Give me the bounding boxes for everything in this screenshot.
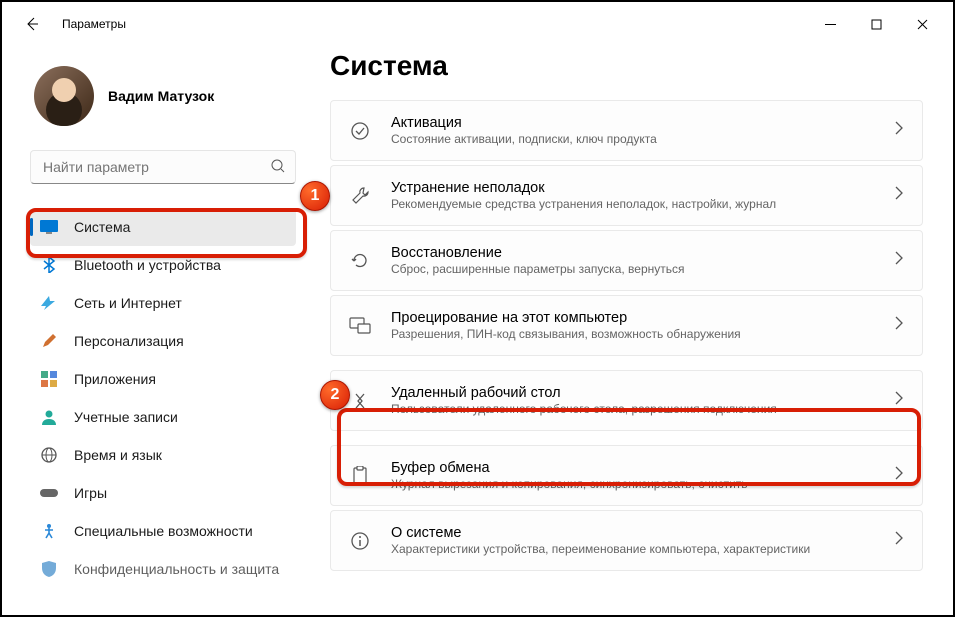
row-subtitle: Рекомендуемые средства устранения непола… (391, 197, 894, 211)
window-controls (807, 8, 945, 40)
chevron-right-icon (894, 121, 904, 140)
row-clipboard[interactable]: Буфер обмена Журнал вырезания и копирова… (330, 445, 923, 506)
minimize-icon (825, 19, 836, 30)
close-icon (917, 19, 928, 30)
maximize-button[interactable] (853, 8, 899, 40)
avatar (34, 66, 94, 126)
sidebar-label: Конфиденциальность и защита (74, 561, 279, 577)
minimize-button[interactable] (807, 8, 853, 40)
brush-icon (40, 332, 58, 350)
row-troubleshoot[interactable]: Устранение неполадок Рекомендуемые средс… (330, 165, 923, 226)
sidebar-item-personalization[interactable]: Персонализация (30, 322, 296, 360)
maximize-icon (871, 19, 882, 30)
sidebar-label: Время и язык (74, 447, 162, 463)
profile[interactable]: Вадим Матузок (34, 66, 296, 126)
row-title: Удаленный рабочий стол (391, 385, 894, 401)
window-title: Параметры (62, 17, 126, 31)
chevron-right-icon (894, 316, 904, 335)
annotation-badge-1: 1 (300, 181, 330, 211)
sidebar-label: Игры (74, 485, 107, 501)
chevron-right-icon (894, 391, 904, 410)
search-wrap (30, 150, 296, 184)
apps-icon (40, 370, 58, 388)
row-subtitle: Сброс, расширенные параметры запуска, ве… (391, 262, 894, 276)
main-content: Система Активация Состояние активации, п… (312, 46, 953, 615)
row-subtitle: Характеристики устройства, переименовани… (391, 542, 894, 556)
check-circle-icon (349, 120, 371, 142)
wrench-icon (349, 185, 371, 207)
sidebar-label: Bluetooth и устройства (74, 257, 221, 273)
row-subtitle: Журнал вырезания и копирования, синхрони… (391, 477, 894, 491)
project-icon (349, 315, 371, 337)
row-recovery[interactable]: Восстановление Сброс, расширенные параме… (330, 230, 923, 291)
row-subtitle: Разрешения, ПИН-код связывания, возможно… (391, 327, 894, 341)
row-title: Восстановление (391, 245, 894, 261)
info-icon (349, 530, 371, 552)
sidebar-item-privacy[interactable]: Конфиденциальность и защита (30, 550, 296, 588)
sidebar-label: Персонализация (74, 333, 184, 349)
sidebar: Вадим Матузок Система Bluetooth и устрой… (2, 46, 312, 615)
titlebar: Параметры (2, 2, 953, 46)
sidebar-item-accounts[interactable]: Учетные записи (30, 398, 296, 436)
username: Вадим Матузок (108, 88, 214, 104)
sidebar-item-bluetooth[interactable]: Bluetooth и устройства (30, 246, 296, 284)
accessibility-icon (40, 522, 58, 540)
sidebar-label: Приложения (74, 371, 156, 387)
row-title: Буфер обмена (391, 460, 894, 476)
row-about[interactable]: О системе Характеристики устройства, пер… (330, 510, 923, 571)
chevron-right-icon (894, 466, 904, 485)
nav-list: Система Bluetooth и устройства Сеть и Ин… (30, 208, 296, 588)
row-remote-desktop[interactable]: Удаленный рабочий стол Пользователи удал… (330, 370, 923, 431)
page-title: Система (330, 50, 923, 82)
sidebar-item-network[interactable]: Сеть и Интернет (30, 284, 296, 322)
display-icon (40, 218, 58, 236)
row-title: Активация (391, 115, 894, 131)
row-projecting[interactable]: Проецирование на этот компьютер Разрешен… (330, 295, 923, 356)
sidebar-item-time-language[interactable]: Время и язык (30, 436, 296, 474)
shield-icon (40, 560, 58, 578)
sidebar-item-system[interactable]: Система (30, 208, 296, 246)
row-title: Проецирование на этот компьютер (391, 310, 894, 326)
row-title: О системе (391, 525, 894, 541)
remote-icon (349, 390, 371, 412)
chevron-right-icon (894, 531, 904, 550)
network-icon (40, 294, 58, 312)
chevron-right-icon (894, 251, 904, 270)
bluetooth-icon (40, 256, 58, 274)
gamepad-icon (40, 484, 58, 502)
row-title: Устранение неполадок (391, 180, 894, 196)
sidebar-label: Система (74, 219, 130, 235)
chevron-right-icon (894, 186, 904, 205)
globe-icon (40, 446, 58, 464)
annotation-badge-2: 2 (320, 380, 350, 410)
arrow-left-icon (24, 16, 40, 32)
sidebar-label: Специальные возможности (74, 523, 253, 539)
sidebar-label: Сеть и Интернет (74, 295, 182, 311)
person-icon (40, 408, 58, 426)
sidebar-item-gaming[interactable]: Игры (30, 474, 296, 512)
recovery-icon (349, 250, 371, 272)
clipboard-icon (349, 465, 371, 487)
sidebar-item-apps[interactable]: Приложения (30, 360, 296, 398)
back-button[interactable] (16, 8, 48, 40)
row-subtitle: Состояние активации, подписки, ключ прод… (391, 132, 894, 146)
sidebar-label: Учетные записи (74, 409, 178, 425)
close-button[interactable] (899, 8, 945, 40)
search-input[interactable] (30, 150, 296, 184)
row-subtitle: Пользователи удаленного рабочего стола, … (391, 402, 894, 416)
sidebar-item-accessibility[interactable]: Специальные возможности (30, 512, 296, 550)
row-activation[interactable]: Активация Состояние активации, подписки,… (330, 100, 923, 161)
